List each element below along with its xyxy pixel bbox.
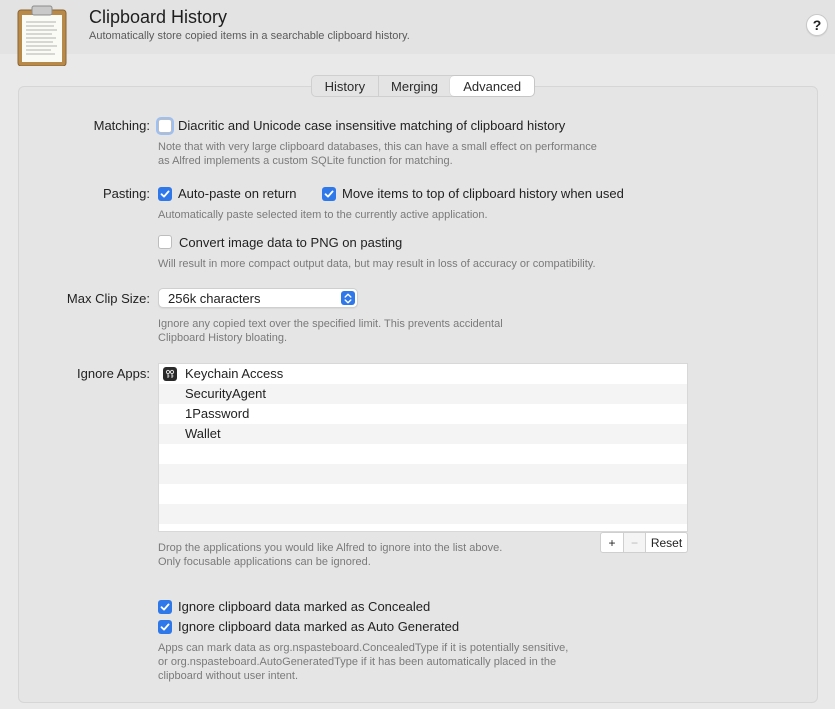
empty-row: [159, 484, 687, 504]
empty-row: [159, 504, 687, 524]
matching-note-line-1: Note that with very large clipboard data…: [158, 141, 597, 153]
page-subtitle: Automatically store copied items in a se…: [89, 30, 410, 42]
empty-row: [159, 524, 687, 531]
tab-bar: History Merging Advanced: [311, 75, 535, 97]
move-items-label: Move items to top of clipboard history w…: [342, 186, 624, 201]
ignore-data-note-line-1: Apps can mark data as org.nspasteboard.C…: [158, 642, 569, 654]
auto-paste-label: Auto-paste on return: [178, 186, 297, 201]
ignore-data-note-line-2: or org.nspasteboard.AutoGeneratedType if…: [158, 656, 557, 668]
ignore-concealed-checkbox[interactable]: [158, 600, 172, 614]
convert-png-label: Convert image data to PNG on pasting: [179, 235, 403, 250]
tab-advanced[interactable]: Advanced: [450, 76, 534, 96]
pasting-label: Pasting:: [103, 186, 150, 201]
checkmark-icon: [160, 623, 170, 631]
diacritic-matching-label: Diacritic and Unicode case insensitive m…: [178, 118, 566, 133]
remove-app-button[interactable]: −: [624, 532, 646, 553]
list-item[interactable]: SecurityAgent: [159, 384, 687, 404]
list-item[interactable]: 1Password: [159, 404, 687, 424]
max-clip-select[interactable]: 256k characters: [158, 288, 358, 308]
keychain-icon: [163, 367, 177, 381]
ignore-apps-note-line-1: Drop the applications you would like Alf…: [158, 542, 503, 554]
empty-row: [159, 464, 687, 484]
ignore-data-note-line-3: clipboard without user intent.: [158, 670, 299, 682]
move-items-checkbox[interactable]: [322, 187, 336, 201]
max-clip-value: 256k characters: [168, 291, 261, 306]
list-controls: + − Reset: [600, 532, 688, 553]
max-clip-label: Max Clip Size:: [66, 291, 150, 306]
convert-png-checkbox[interactable]: [158, 235, 172, 249]
matching-note-line-2: as Alfred implements a custom SQLite fun…: [158, 155, 453, 167]
ignore-auto-generated-label: Ignore clipboard data marked as Auto Gen…: [178, 619, 460, 634]
checkmark-icon: [160, 603, 170, 611]
app-name: Keychain Access: [185, 366, 284, 381]
checkmark-icon: [324, 190, 334, 198]
app-name: SecurityAgent: [185, 386, 266, 401]
updown-chevron-icon: [341, 291, 355, 305]
tab-merging[interactable]: Merging: [379, 76, 451, 96]
matching-label: Matching:: [93, 118, 150, 133]
max-clip-note-line-2: Clipboard History bloating.: [158, 332, 288, 344]
pasting-note: Automatically paste selected item to the…: [158, 209, 488, 221]
help-button[interactable]: ?: [806, 14, 828, 36]
checkmark-icon: [160, 190, 170, 198]
ignore-apps-list[interactable]: Keychain Access SecurityAgent 1Password …: [158, 363, 688, 532]
clipboard-icon: [16, 4, 68, 67]
diacritic-matching-checkbox[interactable]: [158, 119, 172, 133]
page-title: Clipboard History: [89, 7, 228, 27]
empty-row: [159, 444, 687, 464]
ignore-auto-generated-checkbox[interactable]: [158, 620, 172, 634]
app-name: 1Password: [185, 406, 250, 421]
auto-paste-checkbox[interactable]: [158, 187, 172, 201]
max-clip-note-line-1: Ignore any copied text over the specifie…: [158, 318, 503, 330]
tab-history[interactable]: History: [312, 76, 379, 96]
ignore-concealed-label: Ignore clipboard data marked as Conceale…: [178, 599, 431, 614]
list-item[interactable]: Wallet: [159, 424, 687, 444]
convert-png-note: Will result in more compact output data,…: [158, 258, 596, 270]
ignore-apps-label: Ignore Apps:: [77, 366, 150, 381]
app-name: Wallet: [185, 426, 221, 441]
add-app-button[interactable]: +: [600, 532, 624, 553]
reset-button[interactable]: Reset: [646, 532, 688, 553]
list-item[interactable]: Keychain Access: [159, 364, 687, 384]
ignore-apps-note-line-2: Only focusable applications can be ignor…: [158, 556, 371, 568]
